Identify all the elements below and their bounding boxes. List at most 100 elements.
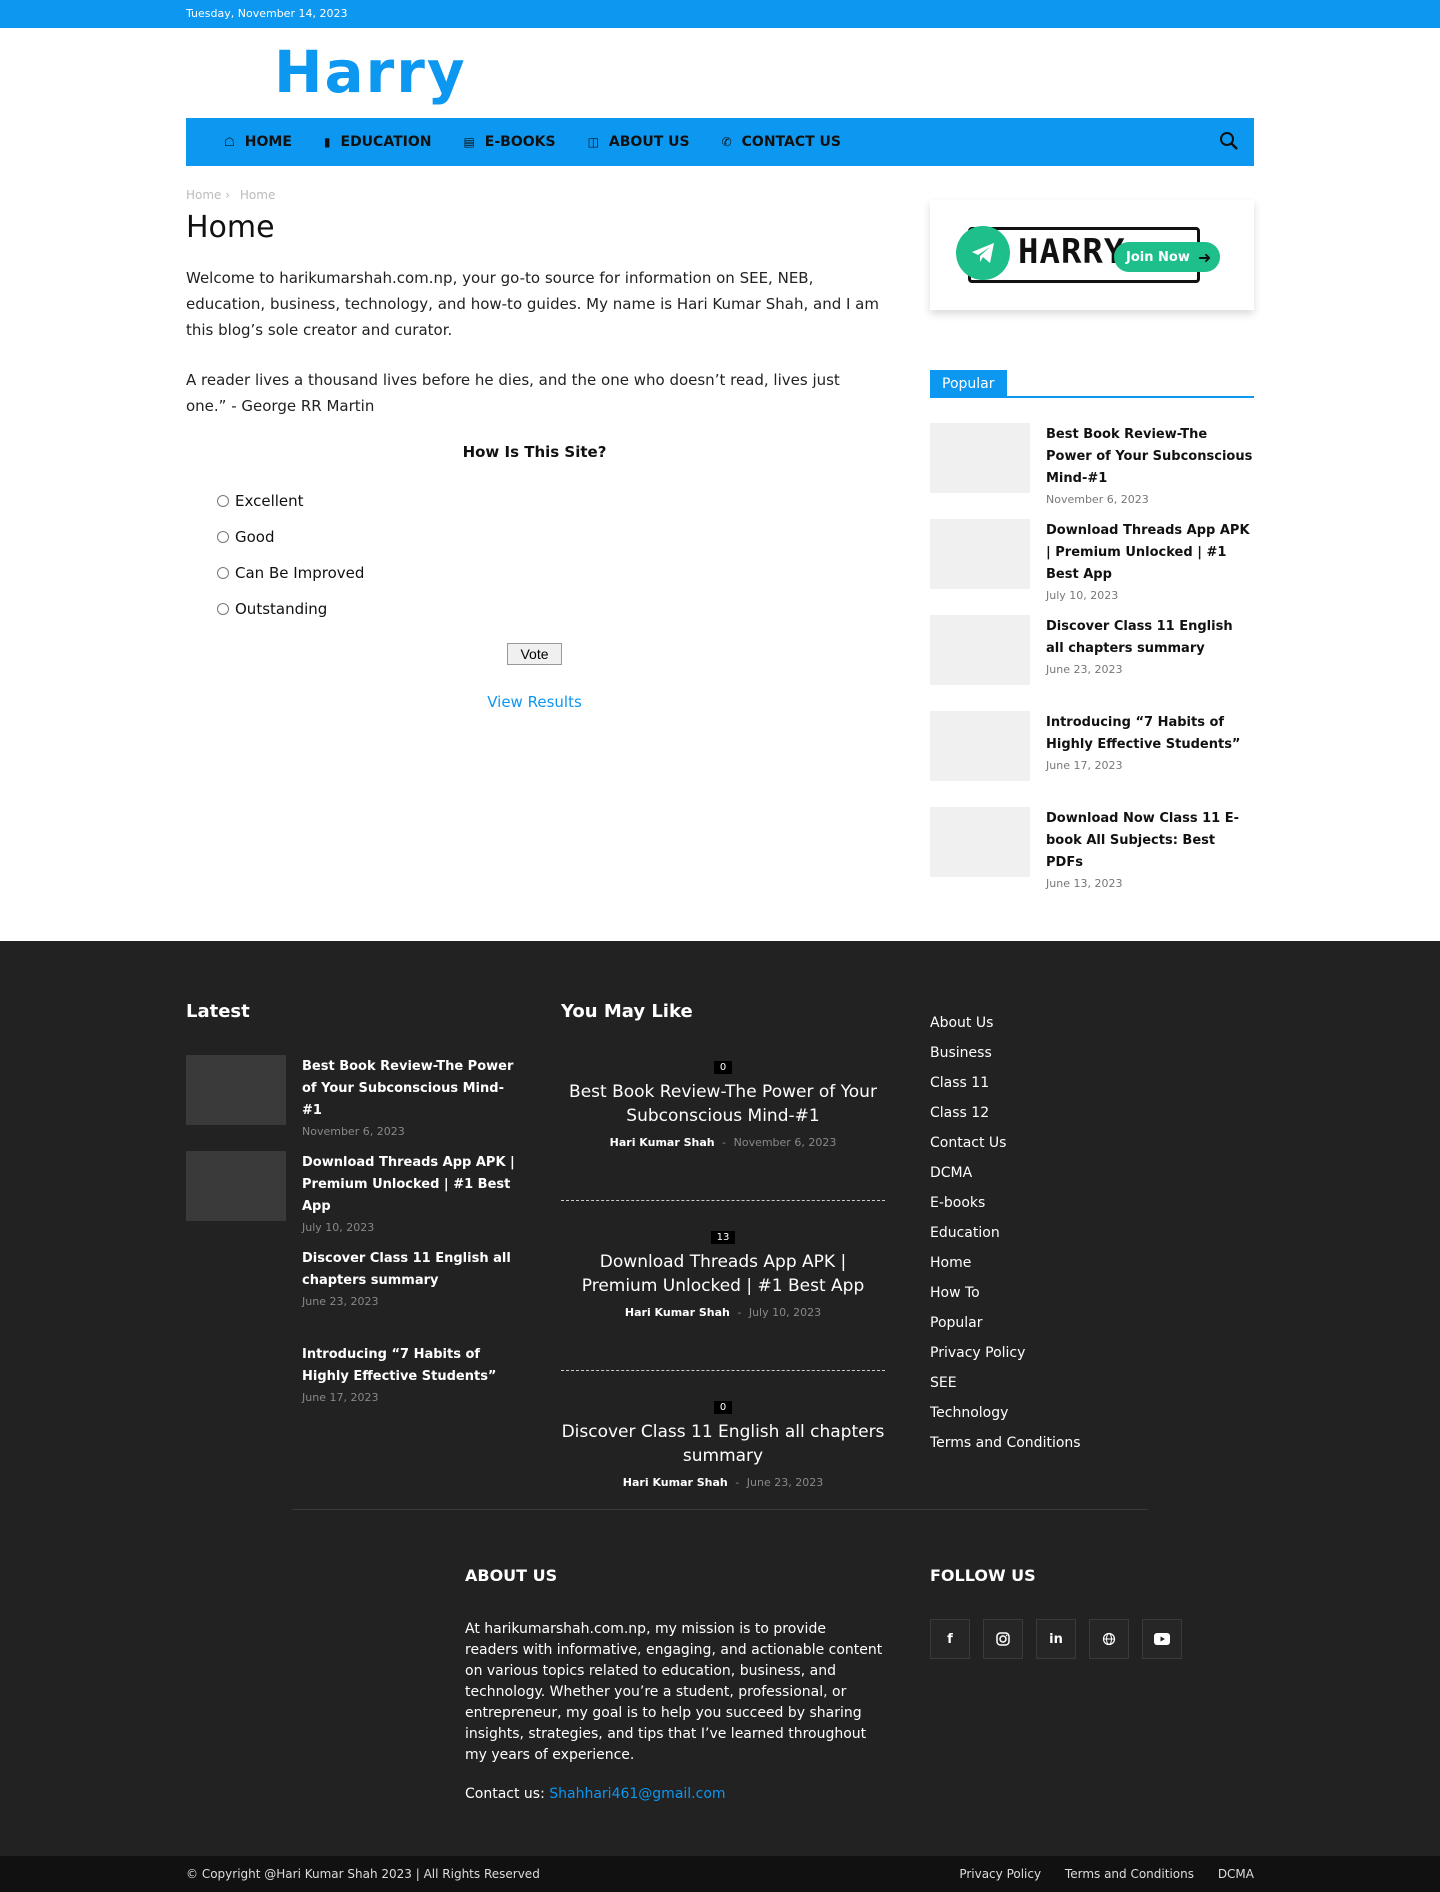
linkedin-icon[interactable]: in [1036,1619,1076,1659]
post-title[interactable]: Download Threads App APK | Premium Unloc… [1046,523,1250,582]
about-us-column: ABOUT US At harikumarshah.com.np, my mis… [465,1566,883,1856]
list-item[interactable]: Best Book Review-The Power of Your Subco… [930,423,1254,506]
breadcrumb-home[interactable]: Home [186,188,221,202]
nav-label: E-BOOKS [484,134,556,150]
comment-count-badge[interactable]: 0 [713,1061,733,1074]
poll-option-outstanding[interactable]: Outstanding [217,591,883,627]
post-thumbnail[interactable] [186,1247,286,1317]
copyright-text: © Copyright @Hari Kumar Shah 2023 | All … [186,1867,540,1881]
nav-item-education[interactable]: ▮ EDUCATION [324,134,432,150]
list-item[interactable]: 0 Best Book Review-The Power of Your Sub… [561,1055,885,1201]
category-link[interactable]: SEE [930,1375,1254,1405]
site-logo[interactable]: Harry [274,38,467,106]
category-link[interactable]: Business [930,1045,1254,1075]
nav-item-ebooks[interactable]: ▤ E-BOOKS [463,134,555,150]
nav-label: HOME [244,134,292,150]
list-item[interactable]: Introducing “7 Habits of Highly Effectiv… [186,1343,516,1413]
instagram-icon[interactable] [983,1619,1023,1659]
category-link[interactable]: About Us [930,1015,1254,1045]
join-now-button[interactable]: Join Now ➜ [1114,242,1220,272]
list-item[interactable]: Introducing “7 Habits of Highly Effectiv… [930,711,1254,781]
view-results-link[interactable]: View Results [186,693,883,711]
category-link[interactable]: Home [930,1255,1254,1285]
list-item[interactable]: Discover Class 11 English all chapters s… [186,1247,516,1317]
poll-question: How Is This Site? [462,443,607,461]
website-icon[interactable] [1089,1619,1129,1659]
post-thumbnail[interactable] [930,711,1030,781]
post-title[interactable]: Discover Class 11 English all chapters s… [1046,619,1233,656]
list-item[interactable]: Best Book Review-The Power of Your Subco… [186,1055,516,1138]
post-title[interactable]: Download Threads App APK | Premium Unloc… [561,1250,885,1298]
category-link[interactable]: E-books [930,1195,1254,1225]
list-item[interactable]: Discover Class 11 English all chapters s… [930,615,1254,685]
radio-button[interactable] [217,495,229,507]
popular-tab[interactable]: Popular [930,370,1007,398]
list-item[interactable]: Download Now Class 11 E-book All Subject… [930,807,1254,890]
page-content: Home › Home Home Welcome to harikumarsha… [186,188,883,903]
footer-columns: Latest Best Book Review-The Power of You… [186,941,1254,1509]
post-date: July 10, 2023 [302,1221,375,1234]
comment-count-badge[interactable]: 13 [710,1231,736,1244]
list-item[interactable]: 0 Discover Class 11 English all chapters… [561,1395,885,1541]
post-thumbnail[interactable] [930,519,1030,589]
telegram-promo[interactable]: HARRY Join Now ➜ [930,200,1254,310]
nav-item-contact-us[interactable]: ✆ CONTACT US [722,134,841,150]
category-link[interactable]: Technology [930,1405,1254,1435]
post-thumbnail[interactable] [186,1151,286,1221]
post-thumbnail[interactable] [930,423,1030,493]
poll-option-good[interactable]: Good [217,519,883,555]
post-title[interactable]: Download Now Class 11 E-book All Subject… [1046,811,1239,870]
post-thumbnail[interactable] [930,615,1030,685]
latest-column: Latest Best Book Review-The Power of You… [186,1001,516,1509]
category-link[interactable]: Contact Us [930,1135,1254,1165]
category-link[interactable]: Privacy Policy [930,1345,1254,1375]
post-author[interactable]: Hari Kumar Shah [610,1136,715,1149]
post-author[interactable]: Hari Kumar Shah [625,1306,730,1319]
post-title[interactable]: Best Book Review-The Power of Your Subco… [561,1080,885,1128]
category-link[interactable]: Terms and Conditions [930,1435,1254,1465]
list-item[interactable]: Download Threads App APK | Premium Unloc… [930,519,1254,602]
post-date: July 10, 2023 [748,1306,822,1319]
radio-button[interactable] [217,531,229,543]
post-date: November 6, 2023 [302,1125,405,1138]
nav-item-about-us[interactable]: ◫ ABOUT US [588,134,690,150]
post-meta: Hari Kumar Shah - November 6, 2023 [561,1136,885,1149]
post-title[interactable]: Introducing “7 Habits of Highly Effectiv… [302,1347,496,1384]
category-link[interactable]: Class 12 [930,1105,1254,1135]
facebook-icon[interactable]: f [930,1619,970,1659]
post-meta: Hari Kumar Shah - July 10, 2023 [561,1306,885,1319]
list-item[interactable]: Download Threads App APK | Premium Unloc… [186,1151,516,1234]
radio-button[interactable] [217,603,229,615]
category-link[interactable]: Class 11 [930,1075,1254,1105]
nav-item-home[interactable]: ☖ HOME [224,134,292,150]
post-title[interactable]: Best Book Review-The Power of Your Subco… [302,1059,513,1118]
category-link[interactable]: How To [930,1285,1254,1315]
poll-option-excellent[interactable]: Excellent [217,483,883,519]
post-title[interactable]: Discover Class 11 English all chapters s… [302,1251,511,1288]
category-link[interactable]: Education [930,1225,1254,1255]
radio-button[interactable] [217,567,229,579]
post-thumbnail[interactable] [186,1343,286,1413]
post-title[interactable]: Introducing “7 Habits of Highly Effectiv… [1046,715,1240,752]
post-title[interactable]: Best Book Review-The Power of Your Subco… [1046,427,1252,486]
post-title[interactable]: Discover Class 11 English all chapters s… [561,1420,885,1468]
comment-count-badge[interactable]: 0 [713,1401,733,1414]
post-title[interactable]: Download Threads App APK | Premium Unloc… [302,1155,515,1214]
poll-option-can-be-improved[interactable]: Can Be Improved [217,555,883,591]
search-icon[interactable] [1218,130,1240,152]
post-thumbnail[interactable] [186,1055,286,1125]
contact-email-link[interactable]: Shahhari461@gmail.com [549,1786,725,1802]
privacy-policy-link[interactable]: Privacy Policy [959,1867,1041,1881]
category-link[interactable]: Popular [930,1315,1254,1345]
category-link[interactable]: DCMA [930,1165,1254,1195]
terms-link[interactable]: Terms and Conditions [1065,1867,1194,1881]
post-text: Best Book Review-The Power of Your Subco… [302,1055,516,1138]
list-item[interactable]: 13 Download Threads App APK | Premium Un… [561,1225,885,1371]
post-text: Download Now Class 11 E-book All Subject… [1046,807,1254,890]
post-thumbnail[interactable] [930,807,1030,877]
youtube-icon[interactable] [1142,1619,1182,1659]
home-icon: ☖ [224,135,235,149]
post-author[interactable]: Hari Kumar Shah [623,1476,728,1489]
vote-button[interactable]: Vote [507,643,562,665]
dcma-link[interactable]: DCMA [1218,1867,1254,1881]
